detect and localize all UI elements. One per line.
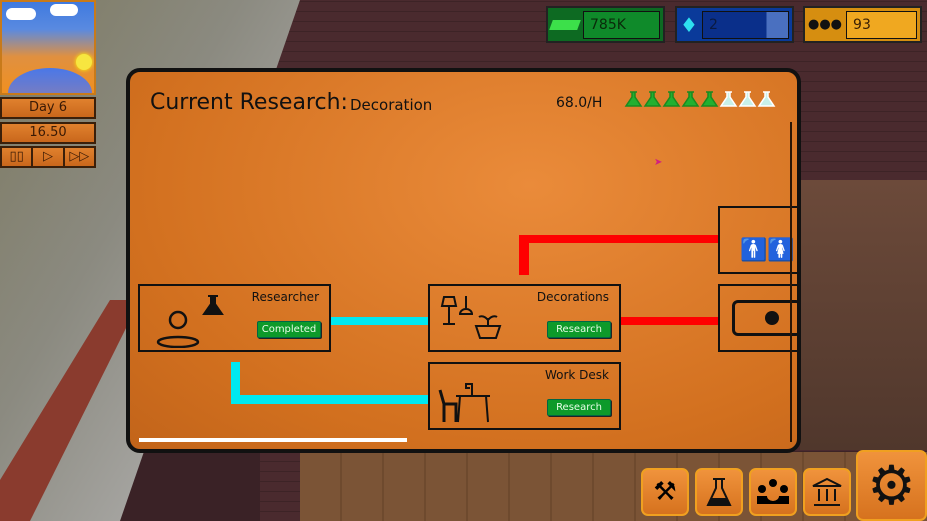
flask-icon (624, 91, 643, 107)
gems-counter: ♦ 2 (675, 6, 794, 43)
flask-icon (700, 91, 719, 107)
link-decorations-next (620, 317, 720, 325)
research-work-desk-button[interactable]: Research (547, 399, 611, 416)
background-office (800, 180, 927, 450)
day-sky-indicator (0, 0, 96, 95)
node-money-partial[interactable] (718, 284, 797, 352)
link-researcher-workdesk-h (231, 395, 430, 404)
restroom-icon: 🚹🚺 (740, 238, 795, 263)
vertical-scrollbar[interactable] (790, 122, 792, 442)
work-desk-icon (438, 383, 490, 423)
research-progress-flasks (624, 90, 776, 108)
sun-icon (76, 54, 92, 70)
decorations-icon (440, 296, 502, 339)
people-icon: ●●● (808, 17, 843, 32)
population-counter: ●●● 93 (803, 6, 922, 43)
flask-icon (643, 91, 662, 107)
link-researcher-decorations (330, 317, 430, 325)
settings-icon: ⚙ (867, 453, 916, 517)
staff-button[interactable] (749, 468, 797, 516)
node-work-desk[interactable]: Work Desk Research (428, 362, 621, 430)
settings-button[interactable]: ⚙ (856, 450, 927, 521)
fast-forward-button[interactable]: ▷▷ (65, 148, 94, 166)
bank-icon (812, 477, 842, 506)
build-button[interactable]: ⚒ (641, 468, 689, 516)
day-label: Day 6 (0, 97, 96, 119)
researcher-icon (156, 295, 224, 348)
completed-button[interactable]: Completed (257, 321, 321, 338)
flask-icon (662, 91, 681, 107)
mouse-cursor: ➤ (654, 157, 663, 168)
time-label: 16.50 (0, 122, 96, 144)
cash-icon (549, 19, 581, 30)
node-decorations[interactable]: Decorations Research (428, 284, 621, 352)
horizontal-scrollbar[interactable] (139, 438, 407, 442)
staff-icon (757, 479, 789, 504)
panel-title: Current Research: (150, 90, 348, 115)
bank-button[interactable] (803, 468, 851, 516)
money-counter: 785K (546, 6, 665, 43)
current-research-name: Decoration (350, 96, 433, 114)
flask-icon (757, 91, 776, 107)
research-button[interactable] (695, 468, 743, 516)
build-icon: ⚒ (653, 477, 677, 507)
research-icon (706, 478, 732, 506)
node-restroom-partial[interactable]: 🚹🚺 (718, 206, 797, 274)
research-rate: 68.0/H (556, 95, 603, 111)
diamond-icon: ♦ (680, 12, 698, 37)
pause-button[interactable]: ▯▯ (2, 148, 34, 166)
play-button[interactable]: ▷ (33, 148, 65, 166)
link-decorations-up-h (519, 235, 720, 243)
flask-icon (681, 91, 700, 107)
research-panel: Current Research: Decoration 68.0/H Rese… (126, 68, 801, 453)
node-researcher[interactable]: Researcher Completed (138, 284, 331, 352)
flask-icon (719, 91, 738, 107)
research-decorations-button[interactable]: Research (547, 321, 611, 338)
flask-icon (738, 91, 757, 107)
